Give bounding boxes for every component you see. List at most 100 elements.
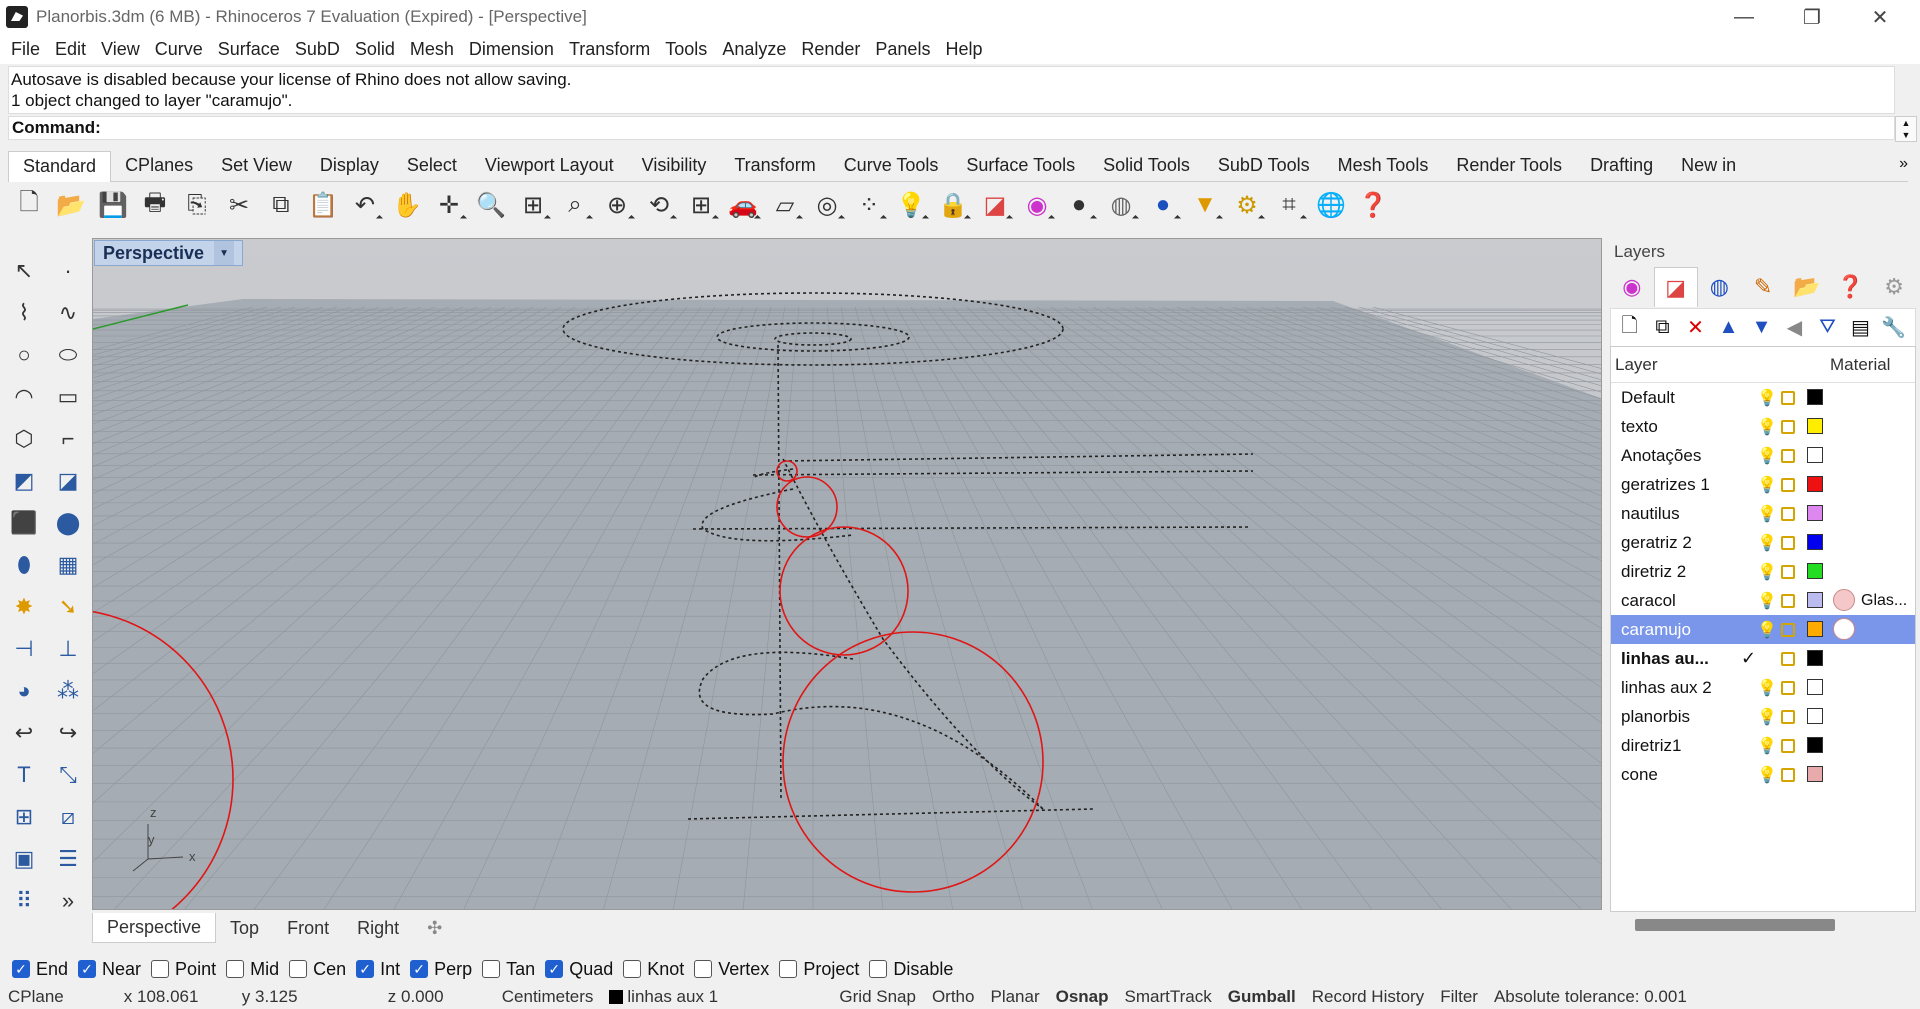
- layer-color-swatch[interactable]: [1807, 389, 1823, 405]
- toolbar-tab-viewport-layout[interactable]: Viewport Layout: [471, 155, 628, 181]
- osnap-disable[interactable]: Disable: [869, 959, 953, 980]
- help-tab-icon[interactable]: ❓: [1829, 267, 1873, 307]
- undo-view-icon[interactable]: ⟲: [640, 186, 678, 224]
- menu-subd[interactable]: SubD: [288, 39, 348, 60]
- layer-color-swatch[interactable]: [1807, 534, 1823, 550]
- close-button[interactable]: ✕: [1846, 0, 1914, 34]
- analysis-icon[interactable]: ⧄: [46, 796, 90, 838]
- toolbar-tab-subd-tools[interactable]: SubD Tools: [1204, 155, 1324, 181]
- visibility-bulb-icon[interactable]: 💡: [1757, 562, 1777, 582]
- osnap-checkbox[interactable]: [289, 960, 308, 978]
- ellipse-icon[interactable]: ⬭: [46, 334, 90, 376]
- help-icon[interactable]: ❓: [1354, 186, 1392, 224]
- surface-edge-icon[interactable]: ◪: [46, 460, 90, 502]
- visibility-bulb-icon[interactable]: 💡: [1757, 678, 1777, 698]
- layer-row[interactable]: Default 💡: [1611, 383, 1915, 412]
- array-icon[interactable]: ⁂: [46, 670, 90, 712]
- layer-row[interactable]: planorbis 💡: [1611, 702, 1915, 731]
- osnap-quad[interactable]: ✓ Quad: [545, 959, 613, 980]
- filter-toggle[interactable]: Filter: [1432, 987, 1486, 1007]
- menu-transform[interactable]: Transform: [562, 39, 658, 60]
- lock-toggle-icon[interactable]: [1781, 681, 1795, 695]
- menu-help[interactable]: Help: [938, 39, 990, 60]
- minimize-button[interactable]: —: [1710, 0, 1778, 34]
- box-icon[interactable]: ⬛: [2, 502, 46, 544]
- toolbar-more-button[interactable]: »: [1899, 155, 1908, 173]
- move-arrow-icon[interactable]: ➘: [46, 586, 90, 628]
- grid-menu-icon[interactable]: ⠿: [2, 880, 46, 922]
- new-sublayer-icon[interactable]: ⧉: [1648, 313, 1677, 343]
- layer-color-swatch[interactable]: [1807, 708, 1823, 724]
- visibility-bulb-icon[interactable]: 💡: [1757, 591, 1777, 611]
- menu-surface[interactable]: Surface: [211, 39, 288, 60]
- osnap-checkbox[interactable]: ✓: [410, 960, 429, 978]
- osnap-checkbox[interactable]: [869, 960, 888, 978]
- toolbar-tab-solid-tools[interactable]: Solid Tools: [1089, 155, 1204, 181]
- viewport-tab-top[interactable]: Top: [216, 918, 273, 939]
- toolbar-tab-mesh-tools[interactable]: Mesh Tools: [1324, 155, 1443, 181]
- offset-icon[interactable]: ↪: [46, 712, 90, 754]
- toolbar-tab-render-tools[interactable]: Render Tools: [1442, 155, 1576, 181]
- shaded-sphere-icon[interactable]: ●: [1060, 186, 1098, 224]
- layer-row[interactable]: caramujo 💡: [1611, 615, 1915, 644]
- render-sphere-icon[interactable]: ◍: [1102, 186, 1140, 224]
- lock-toggle-icon[interactable]: [1781, 478, 1795, 492]
- color-wheel-icon[interactable]: ◉: [1018, 186, 1056, 224]
- viewport-tab-perspective[interactable]: Perspective: [92, 913, 217, 943]
- layer-color-swatch[interactable]: [1807, 592, 1823, 608]
- fillet-edge-icon[interactable]: ↩: [2, 712, 46, 754]
- osnap-knot[interactable]: Knot: [623, 959, 684, 980]
- lock-toggle-icon[interactable]: [1781, 565, 1795, 579]
- lock-toggle-icon[interactable]: [1781, 739, 1795, 753]
- filter-icon[interactable]: ⛛: [1813, 313, 1842, 343]
- lock-toggle-icon[interactable]: [1781, 594, 1795, 608]
- material-swatch[interactable]: [1833, 589, 1855, 611]
- osnap-int[interactable]: ✓ Int: [356, 959, 400, 980]
- delete-layer-icon[interactable]: ✕: [1681, 313, 1710, 343]
- osnap-checkbox[interactable]: [779, 960, 798, 978]
- osnap-mid[interactable]: Mid: [226, 959, 279, 980]
- menu-file[interactable]: File: [4, 39, 48, 60]
- planar-toggle[interactable]: Planar: [982, 987, 1047, 1007]
- osnap-near[interactable]: ✓ Near: [78, 959, 141, 980]
- menu-curve[interactable]: Curve: [148, 39, 211, 60]
- layers-tab-icon[interactable]: ◪: [1653, 267, 1698, 307]
- status-units[interactable]: Centimeters: [472, 987, 602, 1007]
- toolbar-tab-transform[interactable]: Transform: [720, 155, 829, 181]
- toolbar-tab-standard[interactable]: Standard: [8, 151, 112, 182]
- viewport-tab-right[interactable]: Right: [343, 918, 413, 939]
- paste-icon[interactable]: 📋: [304, 186, 342, 224]
- curve-icon[interactable]: ∿: [46, 292, 90, 334]
- visibility-bulb-icon[interactable]: 💡: [1757, 446, 1777, 466]
- osnap-point[interactable]: Point: [151, 959, 216, 980]
- hide-icon[interactable]: ◎: [808, 186, 846, 224]
- print-icon[interactable]: 🖶: [136, 186, 174, 224]
- panel-settings-icon[interactable]: ⚙: [1872, 267, 1916, 307]
- toolbar-tab-cplanes[interactable]: CPlanes: [111, 155, 207, 181]
- display-tab-icon[interactable]: ✎: [1741, 267, 1785, 307]
- cplane-icon[interactable]: ▱: [766, 186, 804, 224]
- expand-icon[interactable]: »: [46, 880, 90, 922]
- move-out-icon[interactable]: ◀: [1780, 313, 1809, 343]
- lock-toggle-icon[interactable]: [1781, 449, 1795, 463]
- cut-icon[interactable]: ✂: [220, 186, 258, 224]
- open-file-icon[interactable]: 📂: [52, 186, 90, 224]
- toolbar-tab-surface-tools[interactable]: Surface Tools: [952, 155, 1089, 181]
- osnap-checkbox[interactable]: [226, 960, 245, 978]
- command-input[interactable]: Command:: [8, 116, 1895, 140]
- menu-render[interactable]: Render: [794, 39, 868, 60]
- arc-icon[interactable]: ◠: [2, 376, 46, 418]
- viewport-tab-front[interactable]: Front: [273, 918, 343, 939]
- osnap-checkbox[interactable]: [482, 960, 501, 978]
- menu-solid[interactable]: Solid: [348, 39, 403, 60]
- dimension-icon[interactable]: ⤡: [46, 754, 90, 796]
- visibility-bulb-icon[interactable]: 💡: [1757, 533, 1777, 553]
- new-layer-icon[interactable]: 🗋: [1615, 313, 1644, 343]
- perspective-viewport[interactable]: z y x Perspective ▼: [92, 238, 1602, 910]
- rectangle-icon[interactable]: ▭: [46, 376, 90, 418]
- osnap-checkbox[interactable]: [151, 960, 170, 978]
- material-swatch[interactable]: [1833, 618, 1855, 640]
- visibility-bulb-icon[interactable]: 💡: [1757, 765, 1777, 785]
- osnap-checkbox[interactable]: ✓: [78, 960, 97, 978]
- osnap-checkbox[interactable]: ✓: [545, 960, 564, 978]
